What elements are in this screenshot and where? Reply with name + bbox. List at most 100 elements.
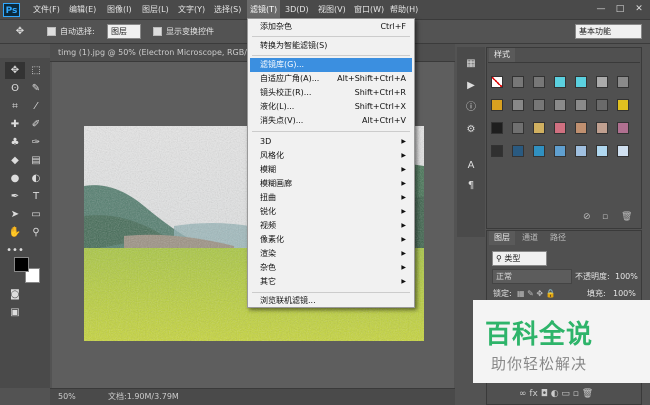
- menu-file[interactable]: 文件(F): [30, 0, 63, 20]
- foreground-color-swatch[interactable]: [14, 257, 29, 272]
- style-swatch[interactable]: [575, 122, 587, 134]
- menu-item-filter-gallery[interactable]: 滤镜库(G)...: [250, 58, 412, 72]
- menu-3d[interactable]: 3D(D): [282, 0, 312, 20]
- menu-item-add-noise[interactable]: 添加杂色 Ctrl+F: [250, 20, 412, 34]
- style-swatch[interactable]: [596, 76, 608, 88]
- style-swatch[interactable]: [512, 76, 524, 88]
- lock-icons[interactable]: ▦ ✎ ✥ 🔒: [517, 287, 556, 301]
- style-swatch[interactable]: [575, 145, 587, 157]
- menu-select[interactable]: 选择(S): [211, 0, 244, 20]
- move-tool-icon[interactable]: ✥: [5, 62, 25, 79]
- dodge-tool-icon[interactable]: ◐: [26, 170, 46, 187]
- history-panel-icon[interactable]: ▦: [461, 55, 481, 72]
- properties-panel-icon[interactable]: ⚙: [461, 121, 481, 138]
- style-swatch[interactable]: [596, 122, 608, 134]
- style-swatch[interactable]: [596, 145, 608, 157]
- workspace-dropdown[interactable]: 基本功能: [575, 24, 642, 39]
- auto-select-checkbox[interactable]: [47, 27, 56, 36]
- style-swatch[interactable]: [554, 122, 566, 134]
- menu-item-blur[interactable]: 模糊 ▶: [250, 163, 412, 177]
- eyedropper-tool-icon[interactable]: ⁄: [26, 98, 46, 115]
- style-swatch[interactable]: [491, 122, 503, 134]
- style-swatch[interactable]: [617, 76, 629, 88]
- menu-item-stylize[interactable]: 风格化 ▶: [250, 149, 412, 163]
- move-tool-preset-icon[interactable]: ✥: [10, 23, 30, 40]
- restore-button[interactable]: □: [613, 3, 627, 16]
- healing-brush-tool-icon[interactable]: ✚: [5, 116, 25, 133]
- gradient-tool-icon[interactable]: ▤: [26, 152, 46, 169]
- menu-image[interactable]: 图像(I): [104, 0, 135, 20]
- pen-tool-icon[interactable]: ✒: [5, 188, 25, 205]
- show-transform-checkbox[interactable]: [153, 27, 162, 36]
- menu-item-render[interactable]: 渲染 ▶: [250, 247, 412, 261]
- zoom-tool-icon[interactable]: ⚲: [26, 224, 46, 241]
- menu-item-pixelate[interactable]: 像素化 ▶: [250, 233, 412, 247]
- fill-value[interactable]: 100%: [613, 287, 636, 301]
- layer-footer-icons[interactable]: ∞ fx ◘ ◐ ▭ ▫ 🗑: [519, 389, 593, 399]
- tab-channels[interactable]: 通道: [517, 231, 543, 245]
- menu-window[interactable]: 窗口(W): [351, 0, 387, 20]
- style-swatch[interactable]: [491, 145, 503, 157]
- type-tool-icon[interactable]: T: [26, 188, 46, 205]
- menu-edit[interactable]: 编辑(E): [66, 0, 99, 20]
- menu-item-liquify[interactable]: 液化(L)... Shift+Ctrl+X: [250, 100, 412, 114]
- hand-tool-icon[interactable]: ✋: [5, 224, 25, 241]
- menu-layer[interactable]: 图层(L): [139, 0, 172, 20]
- opacity-value[interactable]: 100%: [615, 270, 638, 284]
- new-style-icon[interactable]: ▫: [602, 212, 608, 222]
- menu-filter[interactable]: 滤镜(T): [247, 0, 281, 20]
- style-swatch[interactable]: [512, 122, 524, 134]
- menu-item-noise[interactable]: 杂色 ▶: [250, 261, 412, 275]
- menu-item-adaptive-wide-angle[interactable]: 自适应广角(A)... Alt+Shift+Ctrl+A: [250, 72, 412, 86]
- menu-item-sharpen[interactable]: 锐化 ▶: [250, 205, 412, 219]
- menu-item-browse-online-filters[interactable]: 浏览联机滤镜...: [250, 294, 412, 308]
- style-swatch[interactable]: [491, 76, 503, 88]
- style-swatch[interactable]: [512, 145, 524, 157]
- style-swatch[interactable]: [533, 76, 545, 88]
- lasso-tool-icon[interactable]: ʘ: [5, 80, 25, 97]
- minimize-button[interactable]: —: [594, 3, 608, 16]
- info-panel-icon[interactable]: ⓘ: [461, 99, 481, 116]
- menu-item-other[interactable]: 其它 ▶: [250, 275, 412, 289]
- no-style-icon[interactable]: ⊘: [583, 212, 591, 222]
- menu-view[interactable]: 视图(V): [315, 0, 349, 20]
- style-swatch[interactable]: [533, 145, 545, 157]
- style-swatch[interactable]: [533, 99, 545, 111]
- style-swatch[interactable]: [617, 145, 629, 157]
- menu-item-3d[interactable]: 3D ▶: [250, 135, 412, 149]
- style-swatch[interactable]: [575, 76, 587, 88]
- crop-tool-icon[interactable]: ⌗: [5, 98, 25, 115]
- menu-item-distort[interactable]: 扭曲 ▶: [250, 191, 412, 205]
- tab-layers[interactable]: 图层: [489, 231, 515, 245]
- menu-item-video[interactable]: 视频 ▶: [250, 219, 412, 233]
- eraser-tool-icon[interactable]: ◆: [5, 152, 25, 169]
- style-swatch[interactable]: [617, 99, 629, 111]
- menu-item-vanishing-point[interactable]: 消失点(V)... Alt+Ctrl+V: [250, 114, 412, 128]
- style-swatch[interactable]: [512, 99, 524, 111]
- style-swatch[interactable]: [491, 99, 503, 111]
- brush-tool-icon[interactable]: ✐: [26, 116, 46, 133]
- character-panel-icon[interactable]: A: [461, 157, 481, 174]
- rectangle-tool-icon[interactable]: ▭: [26, 206, 46, 223]
- style-swatch[interactable]: [554, 76, 566, 88]
- blend-mode-dropdown[interactable]: 正常: [492, 269, 572, 284]
- tab-styles[interactable]: 样式: [489, 48, 515, 62]
- close-button[interactable]: ✕: [632, 3, 646, 16]
- style-swatch[interactable]: [554, 99, 566, 111]
- path-select-tool-icon[interactable]: ➤: [5, 206, 25, 223]
- delete-style-icon[interactable]: 🗑: [621, 212, 632, 222]
- menu-item-lens-correction[interactable]: 镜头校正(R)... Shift+Ctrl+R: [250, 86, 412, 100]
- quick-select-tool-icon[interactable]: ✎: [26, 80, 46, 97]
- paragraph-panel-icon[interactable]: ¶: [461, 177, 481, 194]
- clone-stamp-tool-icon[interactable]: ♣: [5, 134, 25, 151]
- style-swatch[interactable]: [554, 145, 566, 157]
- style-swatch[interactable]: [596, 99, 608, 111]
- blur-tool-icon[interactable]: ●: [5, 170, 25, 187]
- layer-kind-filter[interactable]: ⚲ 类型: [492, 251, 547, 266]
- history-brush-tool-icon[interactable]: ✑: [26, 134, 46, 151]
- screen-mode-icon[interactable]: ▣: [5, 304, 25, 321]
- marquee-tool-icon[interactable]: ⬚: [26, 62, 46, 79]
- auto-select-dropdown[interactable]: 图层: [107, 24, 141, 39]
- quick-mask-icon[interactable]: ◙: [5, 286, 25, 303]
- style-swatch[interactable]: [533, 122, 545, 134]
